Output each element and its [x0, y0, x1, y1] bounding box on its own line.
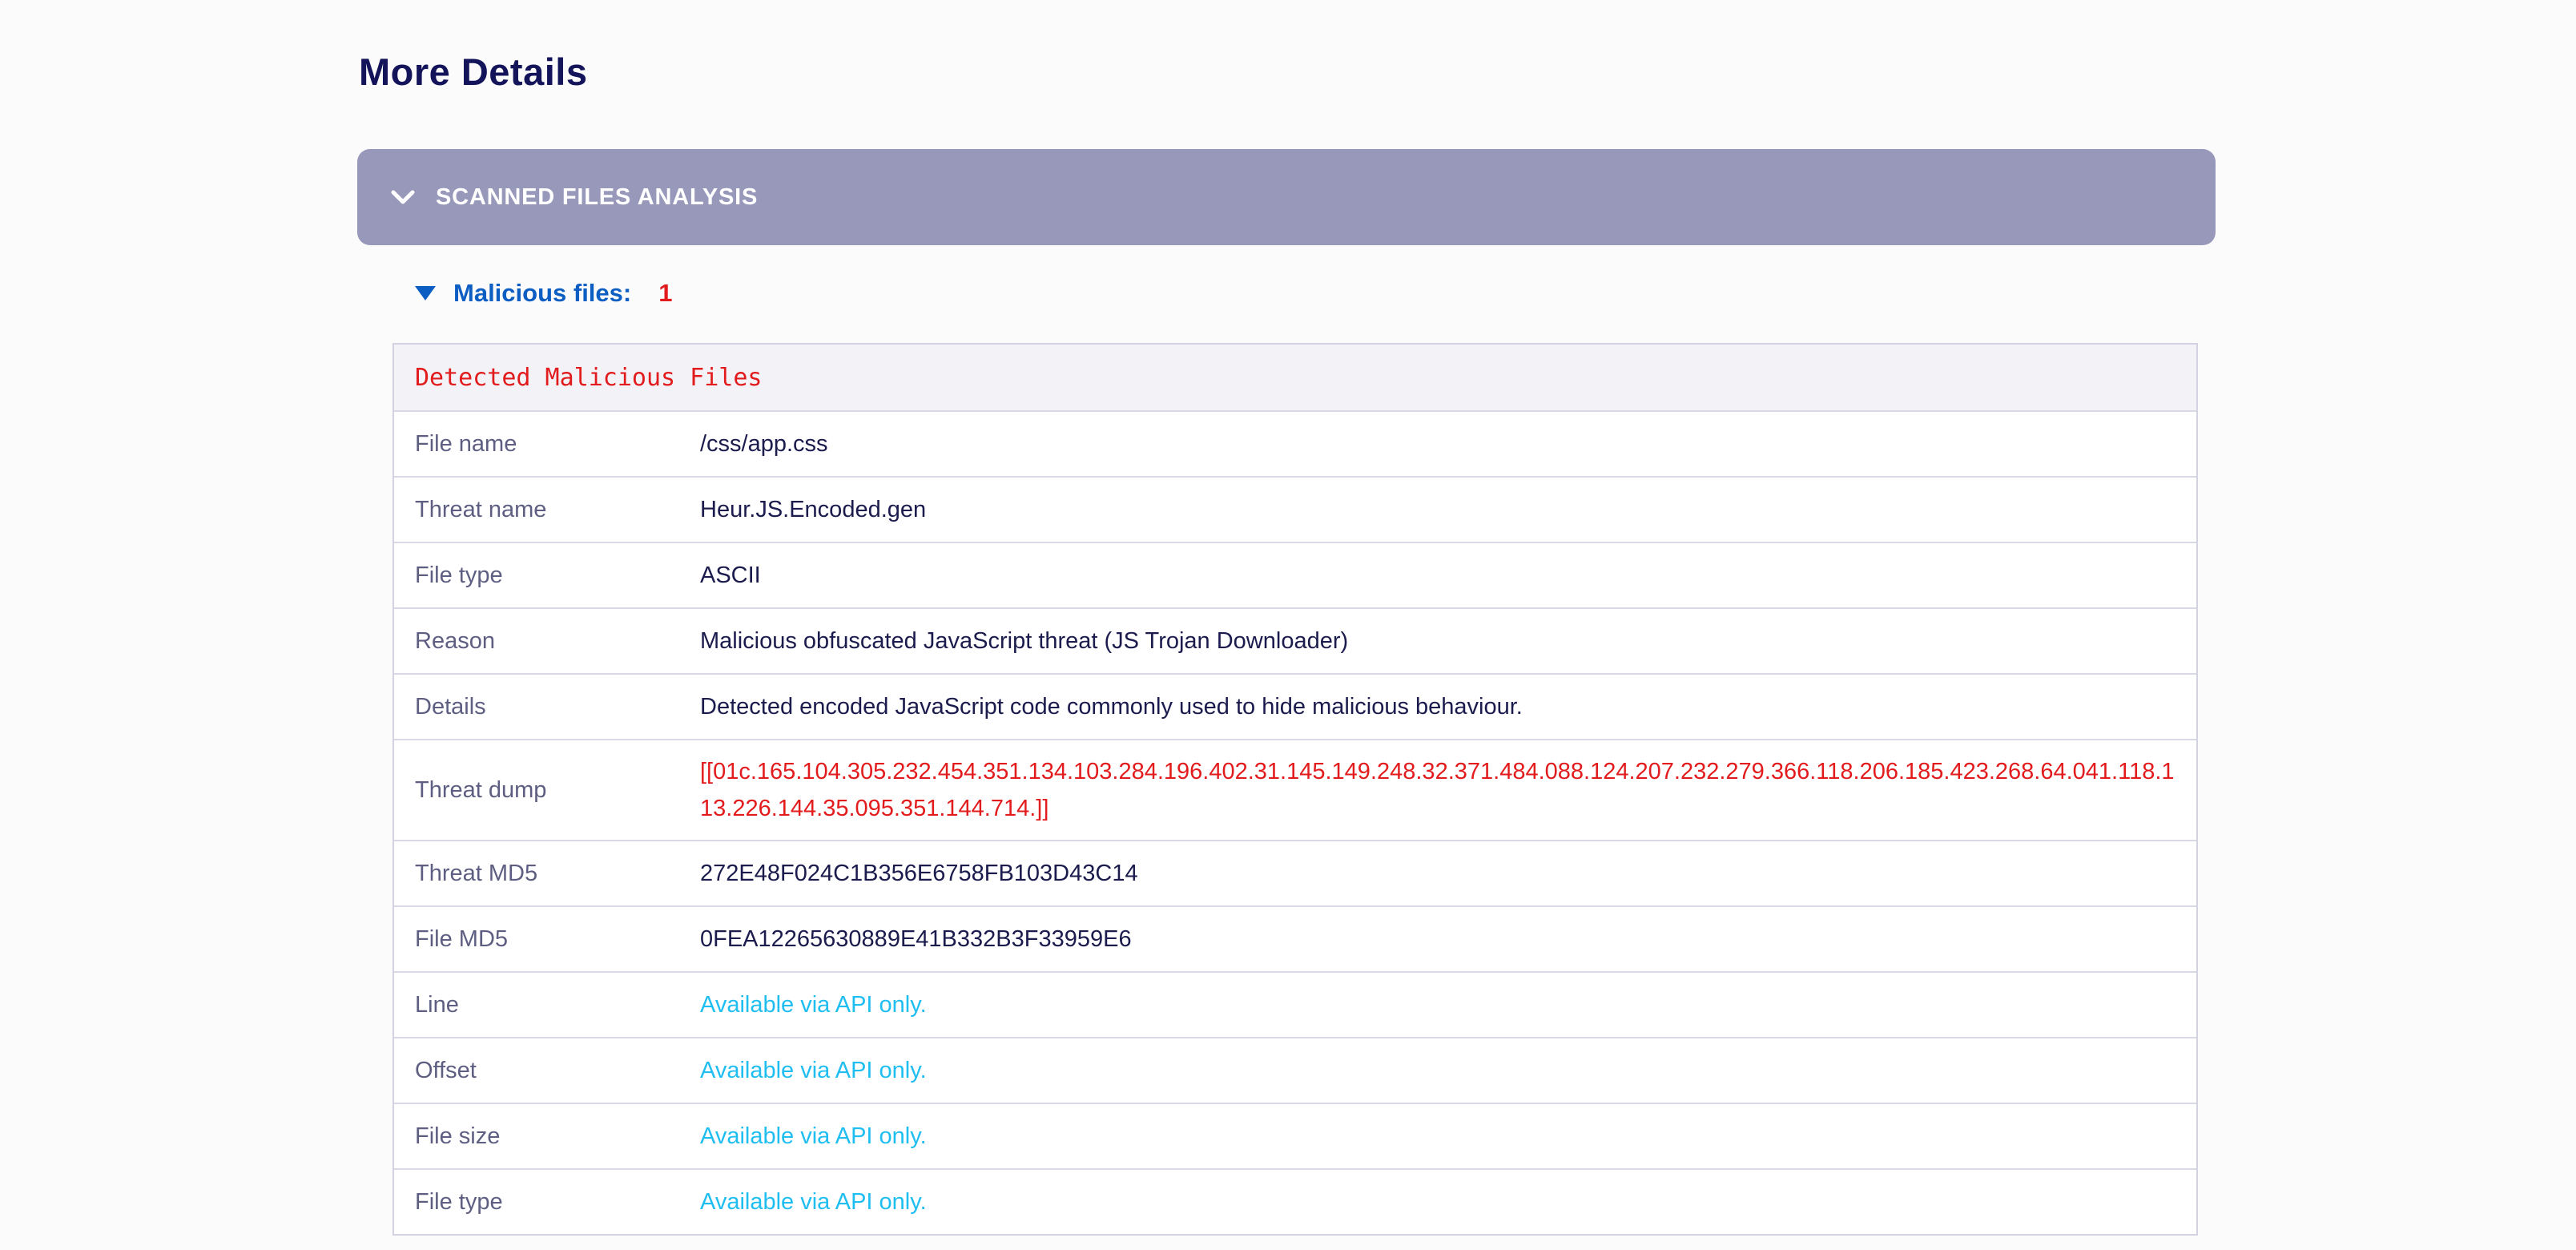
malicious-files-count: 1 — [658, 279, 672, 308]
table-row: Threat MD5 272E48F024C1B356E6758FB103D43… — [394, 840, 2196, 905]
table-row: Threat name Heur.JS.Encoded.gen — [394, 476, 2196, 542]
row-label: Line — [415, 992, 700, 1018]
table-row: Reason Malicious obfuscated JavaScript t… — [394, 607, 2196, 673]
table-header-label: Detected Malicious Files — [415, 364, 762, 392]
malicious-files-label: Malicious files: — [453, 279, 631, 308]
table-row: Offset Available via API only. — [394, 1037, 2196, 1103]
triangle-down-icon — [415, 286, 436, 300]
row-label: Details — [415, 694, 700, 720]
row-value: Available via API only. — [700, 986, 2196, 1023]
page-title: More Details — [359, 50, 2576, 95]
chevron-down-icon — [391, 189, 415, 205]
table-row: Details Detected encoded JavaScript code… — [394, 673, 2196, 739]
row-label: File size — [415, 1123, 700, 1150]
row-value: Malicious obfuscated JavaScript threat (… — [700, 623, 2196, 659]
row-value: Available via API only. — [700, 1052, 2196, 1089]
row-label: File name — [415, 431, 700, 458]
scanned-files-analysis-header[interactable]: SCANNED FILES ANALYSIS — [357, 149, 2216, 245]
row-label: File type — [415, 1189, 700, 1216]
row-value: Heur.JS.Encoded.gen — [700, 491, 2196, 528]
table-body: File name /css/app.css Threat name Heur.… — [394, 410, 2196, 1234]
row-value: /css/app.css — [700, 425, 2196, 462]
row-value: [[01c.165.104.305.232.454.351.134.103.28… — [700, 740, 2196, 840]
table-row: File size Available via API only. — [394, 1103, 2196, 1168]
row-label: File type — [415, 562, 700, 589]
row-label: Threat MD5 — [415, 861, 700, 887]
row-value: Available via API only. — [700, 1118, 2196, 1155]
section-title: SCANNED FILES ANALYSIS — [436, 184, 758, 211]
table-header-row: Detected Malicious Files — [394, 345, 2196, 410]
malicious-file-details-table: Detected Malicious Files File name /css/… — [392, 343, 2198, 1236]
table-row: File name /css/app.css — [394, 410, 2196, 476]
table-row: File MD5 0FEA12265630889E41B332B3F33959E… — [394, 905, 2196, 971]
row-label: Offset — [415, 1058, 700, 1084]
row-value: Available via API only. — [700, 1183, 2196, 1220]
table-row: Threat dump [[01c.165.104.305.232.454.35… — [394, 739, 2196, 840]
table-row: File type Available via API only. — [394, 1168, 2196, 1234]
row-label: Threat name — [415, 497, 700, 523]
malicious-files-toggle[interactable]: Malicious files: 1 — [415, 279, 2576, 308]
table-row: Line Available via API only. — [394, 971, 2196, 1037]
row-value: 272E48F024C1B356E6758FB103D43C14 — [700, 855, 2196, 892]
row-label: Threat dump — [415, 777, 700, 804]
row-label: Reason — [415, 628, 700, 655]
table-row: File type ASCII — [394, 542, 2196, 607]
page: More Details SCANNED FILES ANALYSIS Mali… — [0, 0, 2576, 1250]
row-value: Detected encoded JavaScript code commonl… — [700, 688, 2196, 725]
row-value: ASCII — [700, 557, 2196, 594]
row-label: File MD5 — [415, 926, 700, 953]
row-value: 0FEA12265630889E41B332B3F33959E6 — [700, 921, 2196, 958]
